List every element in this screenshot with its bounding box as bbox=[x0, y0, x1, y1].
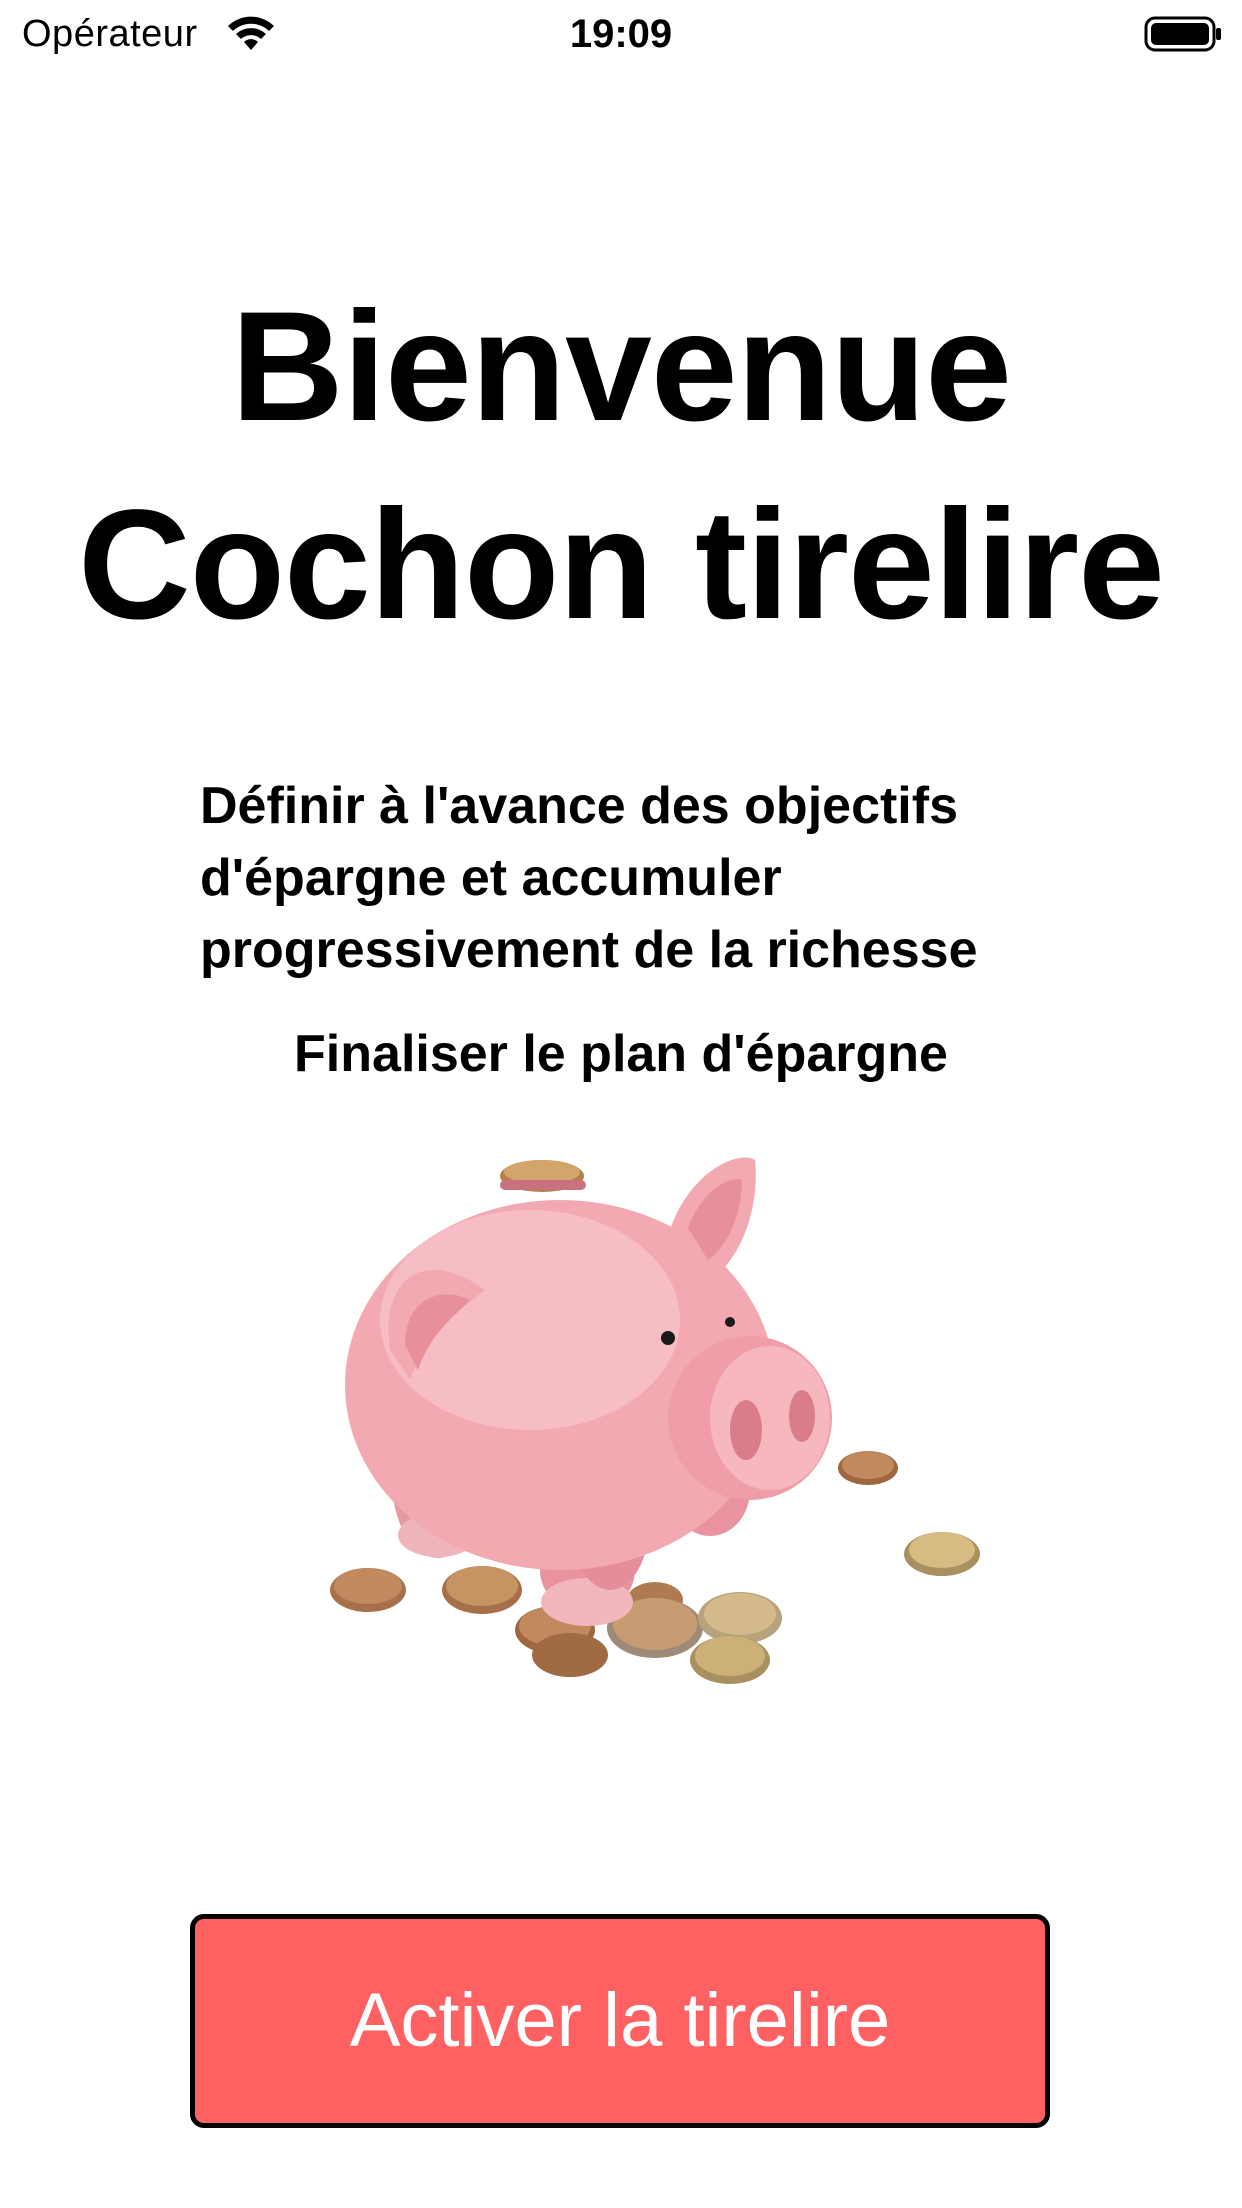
title-line-1: Bienvenue bbox=[231, 280, 1012, 454]
welcome-screen: Opérateur 19:09 Bienvenue Cochon tirelir… bbox=[0, 0, 1242, 2208]
description-line-3: progressivement de la richesse bbox=[200, 921, 978, 979]
page-title: Bienvenue Cochon tirelire bbox=[0, 268, 1242, 664]
plan-label: Finaliser le plan d'épargne bbox=[294, 1025, 948, 1083]
title-line-2: Cochon tirelire bbox=[78, 478, 1165, 652]
description-line-1: Définir à l'avance des objectifs bbox=[200, 777, 958, 835]
status-bar: Opérateur 19:09 bbox=[0, 0, 1242, 66]
piggy-bank-illustration bbox=[330, 1157, 980, 1684]
description-text: Définir à l'avance des objectifs d'éparg… bbox=[200, 770, 1100, 986]
activate-piggy-bank-button[interactable]: Activer la tirelire bbox=[190, 1914, 1050, 2128]
clock: 19:09 bbox=[569, 12, 673, 56]
description-line-2: d'épargne et accumuler bbox=[200, 849, 782, 907]
battery-full-icon bbox=[1144, 16, 1221, 52]
